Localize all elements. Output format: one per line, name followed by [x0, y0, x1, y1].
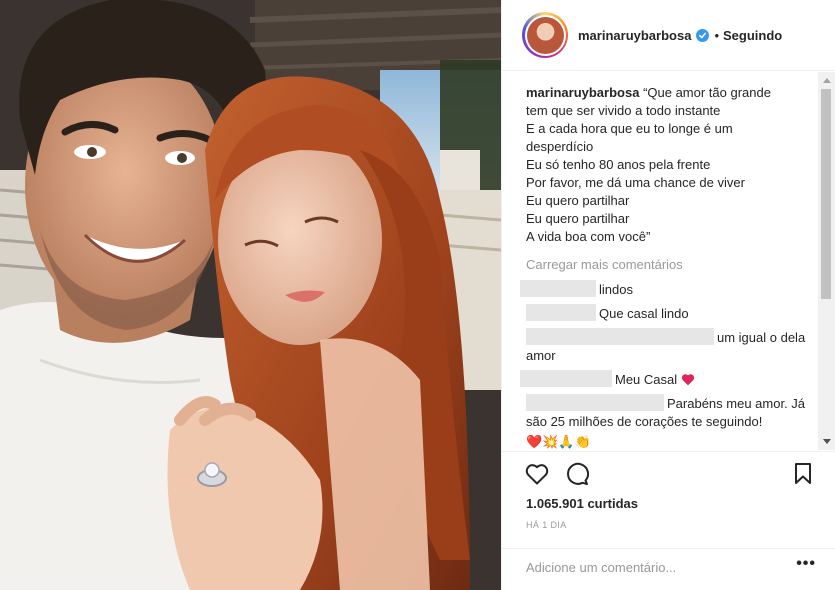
comments-list[interactable]: marinaruybarbosa “Que amor tão grande te…	[502, 72, 835, 450]
header-username[interactable]: marinaruybarbosa	[578, 28, 691, 43]
comment-text: Que casal lindo	[599, 306, 689, 321]
couple-photo-illustration	[0, 0, 501, 590]
scrollbar-thumb[interactable]	[821, 89, 831, 299]
post-actions: 1.065.901 curtidas HÁ 1 DIA •••	[502, 451, 835, 590]
heart-icon[interactable]	[524, 461, 550, 487]
comment-text: Meu Casal	[615, 372, 678, 387]
bookmark-icon[interactable]	[790, 461, 816, 487]
likes-count[interactable]: 1.065.901 curtidas	[526, 496, 638, 511]
post-sidebar: marinaruybarbosa • Seguindo marinaruybar…	[501, 0, 835, 590]
caption: marinaruybarbosa “Que amor tão grande te…	[526, 84, 806, 246]
heart-emoji-icon	[681, 374, 694, 386]
comment-text: lindos	[599, 282, 633, 297]
blurred-username	[526, 328, 714, 345]
caption-line: desperdício	[526, 139, 594, 154]
caption-line: “Que amor tão grande	[643, 85, 771, 100]
emoji-line: ❤️💥🙏👏	[526, 434, 591, 449]
blurred-username	[526, 304, 596, 321]
caption-line: tem que ser vivido a todo instante	[526, 103, 721, 118]
scroll-up-icon[interactable]	[818, 72, 835, 89]
load-more-comments-link[interactable]: Carregar mais comentários	[526, 256, 806, 274]
blurred-username	[520, 370, 612, 387]
caption-line: A vida boa com você”	[526, 229, 651, 244]
comments-scrollbar[interactable]	[818, 72, 835, 450]
comment-input[interactable]	[526, 557, 776, 577]
blurred-username	[520, 280, 596, 297]
caption-username[interactable]: marinaruybarbosa	[526, 85, 639, 100]
scroll-down-icon[interactable]	[818, 433, 835, 450]
avatar-image	[526, 16, 564, 54]
add-comment-bar: •••	[502, 548, 835, 590]
comment-item: Parabéns meu amor. Já são 25 milhões de …	[526, 394, 806, 431]
blurred-username	[526, 394, 664, 411]
caption-line: E a cada hora que eu to longe é um	[526, 121, 733, 136]
caption-line: Eu quero partilhar	[526, 211, 630, 226]
avatar[interactable]	[522, 12, 568, 58]
following-button[interactable]: Seguindo	[723, 28, 782, 43]
more-options-icon[interactable]: •••	[796, 555, 816, 573]
comment-icon[interactable]	[564, 461, 590, 487]
post-timestamp[interactable]: HÁ 1 DIA	[526, 520, 567, 530]
comment-item: lindos	[520, 280, 806, 299]
post-header: marinaruybarbosa • Seguindo	[502, 0, 835, 71]
caption-line: Eu só tenho 80 anos pela frente	[526, 157, 711, 172]
post-photo[interactable]	[0, 0, 501, 590]
caption-line: Por favor, me dá uma chance de viver	[526, 175, 745, 190]
comment-item: Meu Casal	[520, 370, 806, 389]
comment-item: Que casal lindo	[526, 304, 806, 323]
separator-dot: •	[714, 27, 719, 43]
caption-line: Eu quero partilhar	[526, 193, 630, 208]
verified-badge-icon	[696, 28, 710, 42]
comment-item: um igual o dela amor	[526, 328, 806, 365]
